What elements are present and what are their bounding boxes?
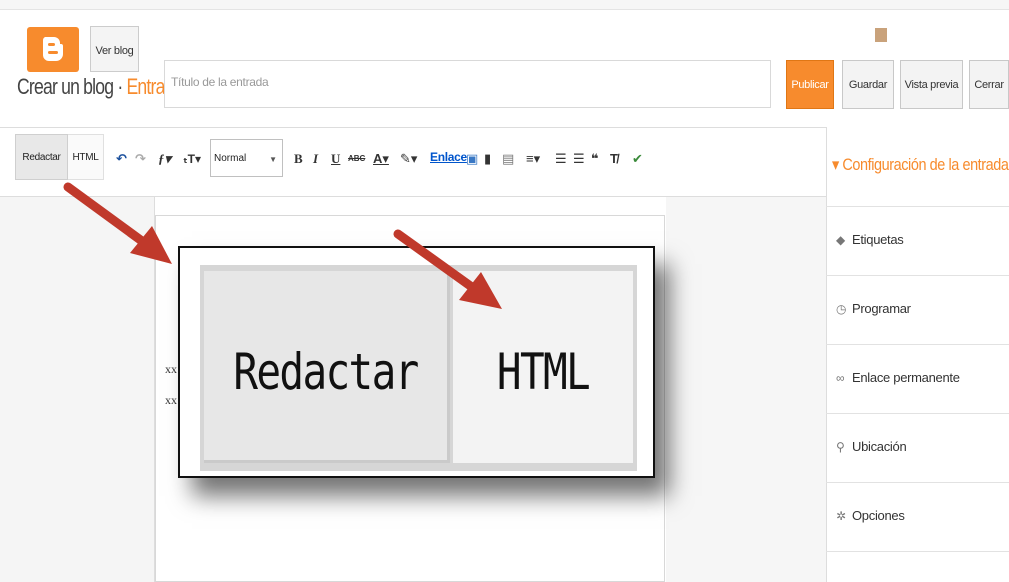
arrow-to-compose-tab bbox=[63, 182, 172, 264]
annotation-arrows bbox=[63, 182, 502, 309]
arrow-to-html-tab bbox=[393, 229, 502, 309]
